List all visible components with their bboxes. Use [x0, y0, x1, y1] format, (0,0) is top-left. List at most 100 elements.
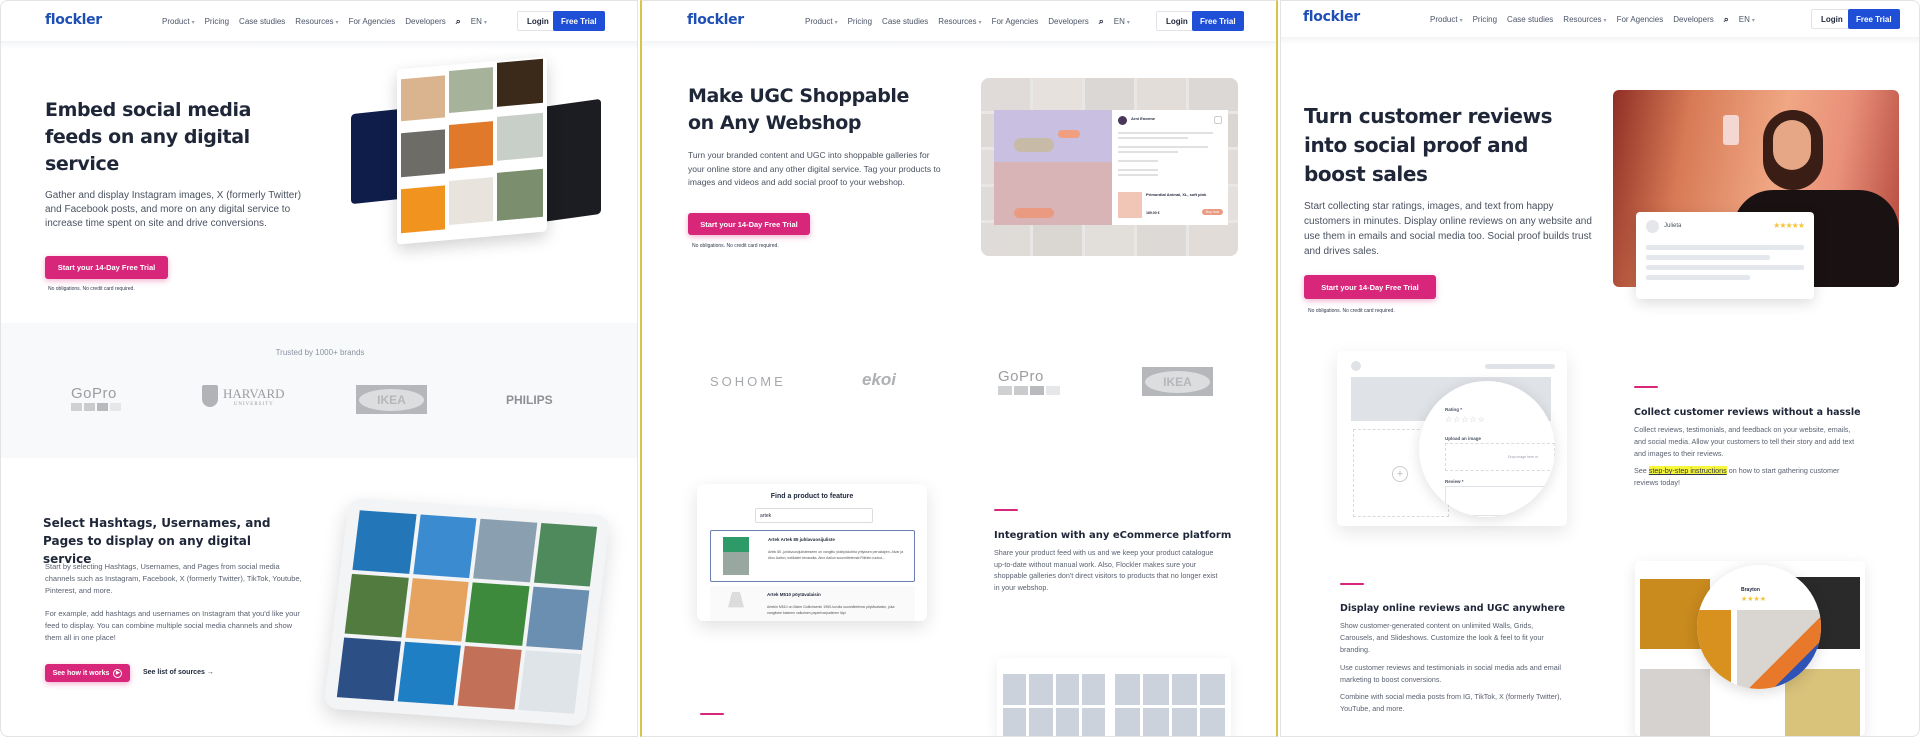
shoppable-gallery-mockup: Arni Enorme Primordial Animal, XL, soft … — [981, 78, 1238, 256]
rating-label: Rating * — [1445, 407, 1463, 412]
no-obligations-note: No obligations. No credit card required. — [692, 243, 779, 249]
finder-result-item[interactable]: Artek M510 pöytävalaisin Artekin M510 on… — [710, 586, 915, 621]
nav-divider — [642, 41, 1276, 49]
start-trial-button[interactable]: Start your 14-Day Free Trial — [688, 213, 810, 235]
flockler-logo[interactable]: flockler — [1303, 9, 1360, 25]
star-rating: ★★★★★ — [1773, 221, 1805, 230]
flockler-logo[interactable]: flockler — [45, 12, 102, 28]
top-nav: flockler Product ▾ Pricing Case studies R… — [642, 1, 1276, 41]
nav-pricing[interactable]: Pricing — [205, 17, 229, 26]
chevron-down-icon: ▾ — [1603, 18, 1607, 24]
product-price: 169.00 € — [1146, 211, 1160, 215]
nav-for-agencies[interactable]: For Agencies — [1617, 15, 1664, 24]
result-thumbnail — [723, 537, 749, 575]
brand-logo-gopro: GoPro — [71, 385, 121, 411]
language-select[interactable]: EN ▾ — [1739, 15, 1755, 24]
section-paragraph-2: For example, add hashtags and usernames … — [45, 609, 300, 642]
trusted-band: Trusted by 1000+ brands GoPro HARVARD UN… — [1, 323, 637, 458]
nav-developers[interactable]: Developers — [405, 17, 445, 26]
product-search-input[interactable]: artek — [755, 508, 873, 523]
feature-title: Integration with any eCommerce platform — [994, 530, 1232, 541]
free-trial-button[interactable]: Free Trial — [553, 11, 605, 31]
nav-resources[interactable]: Resources ▾ — [295, 17, 338, 26]
product-post-card: Arni Enorme Primordial Animal, XL, soft … — [1112, 110, 1228, 225]
reviewer-name: Julieta — [1664, 223, 1682, 229]
nav-developers[interactable]: Developers — [1048, 17, 1088, 26]
upload-dropzone[interactable]: Drop image here or — [1445, 443, 1555, 471]
top-nav: flockler Product ▾ Pricing Case studies R… — [1281, 1, 1919, 37]
chevron-down-icon: ▾ — [191, 20, 195, 26]
login-button[interactable]: Login — [1811, 9, 1853, 29]
flockler-logo[interactable]: flockler — [687, 12, 744, 28]
top-nav: flockler Product ▾ Pricing Case studies R… — [1, 1, 637, 41]
review-label: Review * — [1445, 479, 1464, 484]
nav-pricing[interactable]: Pricing — [1473, 15, 1497, 24]
product-name: Primordial Animal, XL, soft pink — [1146, 192, 1207, 197]
brand-logo-philips: PHILIPS — [506, 393, 553, 407]
nav-case-studies[interactable]: Case studies — [882, 17, 928, 26]
rating-stars-input[interactable]: ☆☆☆☆☆ — [1445, 415, 1486, 424]
nav-for-agencies[interactable]: For Agencies — [349, 17, 396, 26]
display-paragraph-2: Use customer reviews and testimonials in… — [1340, 663, 1561, 684]
nav-resources[interactable]: Resources ▾ — [938, 17, 981, 26]
accent-line — [994, 509, 1018, 511]
buy-now-button[interactable]: Buy now — [1201, 209, 1223, 215]
start-trial-button[interactable]: Start your 14-Day Free Trial — [45, 256, 168, 279]
nav-product[interactable]: Product ▾ — [162, 17, 195, 26]
panel-shoppable-ugc: flockler Product ▾ Pricing Case studies R… — [640, 0, 1278, 737]
section-title: Select Hashtags, Usernames, and Pages to… — [43, 516, 271, 566]
review-form-mockup: + Rating * ☆☆☆☆☆ Upload an image Drop im… — [1337, 351, 1567, 526]
language-select[interactable]: EN ▾ — [471, 17, 487, 26]
no-obligations-note: No obligations. No credit card required. — [48, 286, 135, 292]
search-icon[interactable]: ⌕ — [456, 16, 461, 27]
feature-body: Share your product feed with us and we k… — [994, 548, 1218, 592]
accent-line — [700, 713, 724, 715]
hero-lead: Turn your branded content and UGC into s… — [688, 150, 941, 187]
hero-lead: Gather and display Instagram images, X (… — [45, 190, 302, 229]
collect-see-text: See step-by-step instructions on how to … — [1634, 466, 1840, 487]
no-obligations-note: No obligations. No credit card required. — [1308, 308, 1395, 314]
free-trial-button[interactable]: Free Trial — [1848, 9, 1900, 29]
wall-editor-mockup — [997, 658, 1231, 736]
nav-for-agencies[interactable]: For Agencies — [992, 17, 1039, 26]
play-circle-icon: ▶ — [113, 668, 123, 678]
grid-reviewer-name: Brayton — [1741, 587, 1760, 593]
review-textarea[interactable] — [1445, 486, 1555, 516]
chevron-down-icon: ▾ — [483, 20, 487, 26]
result-name: Artek Artek 85 juhlavuosijuliste — [768, 537, 835, 542]
collect-body: Collect reviews, testimonials, and feedb… — [1634, 425, 1855, 458]
nav-case-studies[interactable]: Case studies — [239, 17, 285, 26]
see-how-it-works-button[interactable]: See how it works ▶ — [45, 664, 130, 682]
finder-title: Find a product to feature — [770, 493, 854, 500]
language-select[interactable]: EN ▾ — [1114, 17, 1130, 26]
see-list-of-sources-link[interactable]: See list of sources → — [143, 669, 214, 676]
hero-lead: Start collecting star ratings, images, a… — [1304, 201, 1592, 257]
search-icon[interactable]: ⌕ — [1099, 16, 1104, 27]
search-icon[interactable]: ⌕ — [1724, 14, 1729, 25]
brand-logo-ekoi: ekoi — [862, 370, 897, 389]
nav-developers[interactable]: Developers — [1673, 15, 1713, 24]
nav-product[interactable]: Product ▾ — [1430, 15, 1463, 24]
chevron-down-icon: ▾ — [1459, 18, 1463, 24]
tablet-photo-grid — [336, 510, 598, 714]
nav-pricing[interactable]: Pricing — [848, 17, 872, 26]
display-title: Display online reviews and UGC anywhere — [1340, 603, 1566, 614]
finder-result-item[interactable]: Artek Artek 85 juhlavuosijuliste Artek 8… — [710, 530, 915, 582]
nav-resources[interactable]: Resources ▾ — [1563, 15, 1606, 24]
free-trial-button[interactable]: Free Trial — [1192, 11, 1244, 31]
tablet-feed-mockup — [323, 497, 611, 727]
nav-product[interactable]: Product ▾ — [805, 17, 838, 26]
display-paragraph-1: Show customer-generated content on unlim… — [1340, 621, 1544, 654]
shield-icon — [202, 385, 218, 407]
start-trial-button[interactable]: Start your 14-Day Free Trial — [1304, 275, 1436, 299]
section-paragraph-1: Start by selecting Hashtags, Usernames, … — [45, 562, 302, 595]
product-photo — [994, 110, 1112, 225]
nav-divider — [1, 41, 637, 49]
reviews-grid-mockup: Brayton ★★★★ — [1635, 561, 1865, 736]
nav-case-studies[interactable]: Case studies — [1507, 15, 1553, 24]
result-desc: Artekin M510 on Maire Gullichsenin 1950-… — [767, 605, 895, 615]
reviewer-avatar — [1646, 220, 1659, 233]
step-by-step-link[interactable]: step-by-step instructions — [1648, 466, 1727, 475]
product-finder-card: Find a product to feature artek Artek Ar… — [697, 484, 927, 621]
add-image-icon: + — [1392, 466, 1408, 482]
